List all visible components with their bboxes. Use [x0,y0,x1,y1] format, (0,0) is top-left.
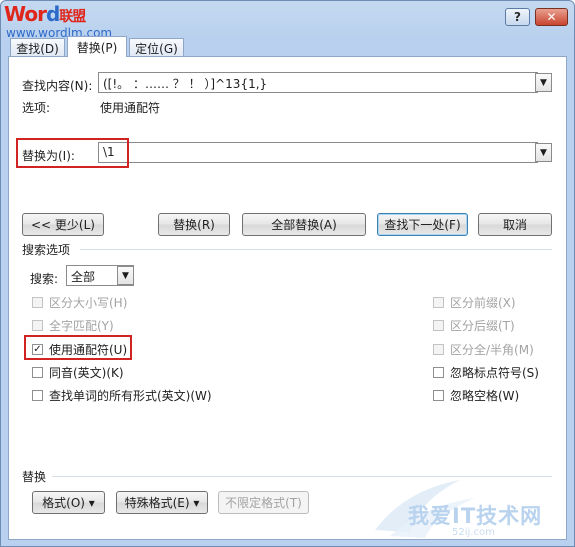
format-button[interactable]: 格式(O) ▾ [32,491,105,514]
search-options-divider [80,249,552,250]
checkbox-box[interactable] [433,390,444,401]
replace-button[interactable]: 替换(R) [158,213,230,236]
less-button[interactable]: << 更少(L) [22,213,104,236]
checkbox-box[interactable] [32,320,43,331]
match-prefix-checkbox[interactable]: 区分前缀(X) [433,294,516,311]
chevron-down-icon: ▼ [540,77,547,88]
find-history-dropdown[interactable]: ▼ [535,73,552,92]
highlight-box-wildcards [24,335,132,360]
checkbox-label: 区分前缀(X) [450,296,516,310]
watermark-bottom-text: 我爱IT技术网 [408,504,543,528]
special-button[interactable]: 特殊格式(E) ▾ [116,491,208,514]
all-word-forms-checkbox[interactable]: 查找单词的所有形式(英文)(W) [32,387,212,404]
search-direction-dropdown[interactable]: ▼ [117,266,134,285]
checkbox-label: 区分全/半角(M) [450,343,534,357]
options-label: 选项: [22,101,51,115]
watermark-logo-prefix: Wor [4,2,47,26]
ignore-punctuation-checkbox[interactable]: 忽略标点符号(S) [433,364,539,381]
watermark-logo: Word联盟 [4,2,86,26]
checkbox-label: 全字匹配(Y) [49,319,114,333]
find-next-button[interactable]: 查找下一处(F) [377,213,468,236]
replace-section-title: 替换 [22,470,47,484]
checkbox-box[interactable] [32,297,43,308]
checkbox-box[interactable] [433,344,444,355]
sounds-like-checkbox[interactable]: 同音(英文)(K) [32,364,124,381]
tab-find[interactable]: 查找(D) [10,38,65,57]
watermark-logo-cn: 联盟 [59,9,86,25]
whole-word-checkbox[interactable]: 全字匹配(Y) [32,317,114,334]
checkbox-box[interactable] [433,297,444,308]
watermark-logo-suffix: d [45,2,60,26]
checkbox-box[interactable] [433,320,444,331]
tab-goto[interactable]: 定位(G) [129,38,184,57]
search-options-title: 搜索选项 [22,243,71,257]
checkbox-box[interactable] [32,367,43,378]
checkbox-label: 忽略标点符号(S) [450,366,539,380]
find-label: 查找内容(N): [22,79,93,93]
search-direction-label: 搜索: [30,272,59,286]
replace-input[interactable]: \1 [98,142,538,163]
checkbox-label: 区分后缀(T) [450,319,515,333]
tab-replace[interactable]: 替换(P) [67,36,127,57]
help-button[interactable]: ? [505,8,530,26]
checkbox-label: 查找单词的所有形式(英文)(W) [49,389,212,403]
cancel-button[interactable]: 取消 [478,213,552,236]
no-formatting-button[interactable]: 不限定格式(T) [218,491,309,514]
highlight-box-replace-label [16,138,129,168]
chevron-down-icon: ▼ [122,270,129,281]
checkbox-box[interactable] [433,367,444,378]
match-width-checkbox[interactable]: 区分全/半角(M) [433,341,534,358]
ignore-whitespace-checkbox[interactable]: 忽略空格(W) [433,387,519,404]
match-suffix-checkbox[interactable]: 区分后缀(T) [433,317,515,334]
checkbox-box[interactable] [32,390,43,401]
replace-history-dropdown[interactable]: ▼ [535,143,552,162]
checkbox-label: 同音(英文)(K) [49,366,124,380]
options-value: 使用通配符 [100,101,161,115]
checkbox-label: 忽略空格(W) [450,389,520,403]
replace-all-button[interactable]: 全部替换(A) [242,213,366,236]
close-button[interactable]: ✕ [535,8,568,26]
watermark-bottom-url: 52ij.com [452,527,495,538]
match-case-checkbox[interactable]: 区分大小写(H) [32,294,127,311]
chevron-down-icon: ▼ [540,147,547,158]
find-input[interactable]: ([!。 ：…… ？ ！ ）]^13{1,} [98,72,538,93]
checkbox-label: 区分大小写(H) [49,296,128,310]
search-direction-value: 全部 [71,270,96,284]
